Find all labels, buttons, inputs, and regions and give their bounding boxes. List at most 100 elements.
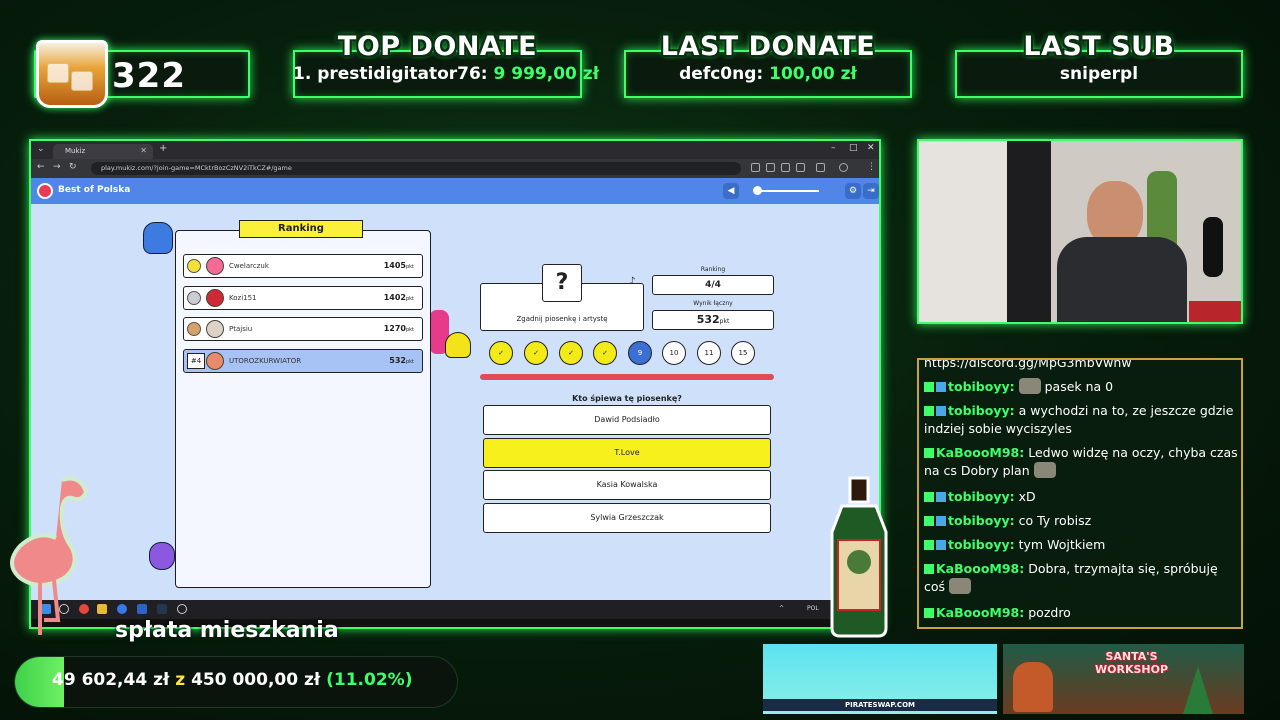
badge-icon bbox=[936, 406, 946, 416]
last-donate-value: defc0ng: 100,00 zł bbox=[624, 64, 912, 84]
chat-message: KaBoooM98: pozdro bbox=[924, 604, 1240, 622]
last-donate-name: defc0ng: bbox=[679, 64, 764, 84]
microphone-icon bbox=[1203, 217, 1223, 277]
back-icon[interactable]: ← bbox=[37, 162, 45, 172]
tab-menu-icon[interactable]: ⌄ bbox=[37, 144, 45, 154]
minimize-icon[interactable]: – bbox=[831, 143, 836, 153]
mail-icon[interactable] bbox=[137, 604, 147, 614]
maximize-icon[interactable]: □ bbox=[849, 143, 858, 153]
emote-icon bbox=[949, 578, 972, 594]
bronze-medal-icon bbox=[187, 322, 201, 336]
ranking-row: Cwelarczuk 1405pkt bbox=[183, 254, 423, 278]
player-score: 1405pkt bbox=[383, 261, 414, 270]
ice-cube bbox=[71, 71, 93, 91]
top-donate-title: TOP DONATE bbox=[337, 31, 538, 62]
ranking-panel bbox=[175, 230, 431, 588]
question-text: Kto śpiewa tę piosenkę? bbox=[572, 394, 682, 403]
chat-message: KaBoooM98: Dobra, trzymajta się, spróbuj… bbox=[924, 561, 1218, 594]
cast-icon[interactable] bbox=[766, 163, 775, 172]
extensions-icon[interactable] bbox=[816, 163, 825, 172]
liquor-bottle-icon bbox=[824, 476, 894, 640]
answer-option[interactable]: Dawid Podsiadło bbox=[483, 405, 771, 435]
tab-close-icon[interactable]: ✕ bbox=[140, 146, 147, 155]
cam-desk bbox=[1189, 301, 1241, 322]
eye-off-icon[interactable] bbox=[781, 163, 790, 172]
goal-target: 450 000,00 zł bbox=[191, 670, 321, 690]
badge-icon bbox=[936, 516, 946, 526]
last-donate-amount: 100,00 zł bbox=[769, 64, 857, 84]
player-name: Cwelarczuk bbox=[229, 262, 269, 270]
settings-gear-icon[interactable]: ⚙ bbox=[845, 183, 861, 199]
chat-message: tobiboyy: a wychodzi na to, ze jeszcze g… bbox=[924, 403, 1234, 436]
whiskey-glass-icon bbox=[36, 40, 108, 108]
goal-separator: z bbox=[175, 670, 186, 690]
cam-wall bbox=[919, 141, 1009, 322]
settings-icon[interactable] bbox=[177, 604, 187, 614]
window-close-icon[interactable]: ✕ bbox=[867, 143, 875, 153]
badge-icon bbox=[936, 492, 946, 502]
answer-option[interactable]: Kasia Kowalska bbox=[483, 470, 771, 500]
ice-cube bbox=[47, 63, 69, 83]
trophy-icon bbox=[445, 332, 471, 358]
cam-door bbox=[1007, 141, 1051, 322]
tab-title: Mukiz bbox=[65, 147, 86, 155]
translate-icon[interactable] bbox=[751, 163, 760, 172]
exit-icon[interactable]: ⇥ bbox=[863, 183, 879, 199]
reload-icon[interactable]: ↻ bbox=[69, 162, 77, 172]
gold-medal-icon bbox=[187, 259, 201, 273]
forward-icon[interactable]: → bbox=[53, 162, 61, 172]
round-indicator: ✓ bbox=[524, 341, 548, 365]
steam-icon[interactable] bbox=[157, 604, 167, 614]
chat-message: tobiboyy: co Ty robisz bbox=[924, 512, 1240, 530]
answer-option[interactable]: Sylwia Grzeszczak bbox=[483, 503, 771, 533]
url-field[interactable]: play.mukiz.com/?join-game=MCktrBozCzNV2i… bbox=[91, 162, 741, 175]
top-donate-value: 1. prestidigitator76: 9 999,00 zł bbox=[293, 64, 599, 84]
answer-option-selected[interactable]: T.Love bbox=[483, 438, 771, 468]
ranking-label: Ranking bbox=[700, 266, 726, 273]
sponsor-character bbox=[1013, 662, 1053, 712]
round-indicator: 11 bbox=[697, 341, 721, 365]
chat-message: tobiboyy: tym Wojtkiem bbox=[924, 536, 1240, 554]
ranking-row-current-player: #4 UTOROZKURWIATOR 532pkt bbox=[183, 349, 423, 373]
game-screen: ⌄ Mukiz ✕ + – □ ✕ ← → ↻ play.mukiz.com/?… bbox=[29, 139, 881, 629]
emote-icon bbox=[1018, 378, 1041, 394]
goal-label: spłata mieszkania bbox=[115, 618, 339, 643]
sponsor-banner-santas-workshop[interactable]: SANTA'S WORKSHOP bbox=[1003, 644, 1244, 714]
badge-icon bbox=[924, 564, 934, 574]
total-score-value: 532 bbox=[696, 313, 720, 326]
badge-icon bbox=[924, 540, 934, 550]
badge-icon bbox=[924, 448, 934, 458]
goal-current: 49 602,44 zł bbox=[52, 670, 170, 690]
sponsor-title: SANTA'S WORKSHOP bbox=[1095, 650, 1169, 676]
volume-slider[interactable] bbox=[757, 190, 819, 192]
browser-menu-icon[interactable]: ⋮ bbox=[867, 162, 876, 172]
avatar bbox=[206, 320, 224, 338]
speaker-icon[interactable]: ◀ bbox=[723, 183, 739, 199]
total-score-label: Wynik łączny bbox=[693, 300, 733, 307]
mascot-blue-icon bbox=[143, 222, 173, 254]
webcam-feed bbox=[917, 139, 1243, 324]
language-indicator[interactable]: POL bbox=[807, 605, 819, 612]
round-indicator: ✓ bbox=[489, 341, 513, 365]
chat-panel: https://discord.gg/MpG3mbVwnw tobiboyy: … bbox=[917, 358, 1243, 629]
windows-taskbar: ^ POL bbox=[31, 600, 879, 619]
last-sub-name: sniperpl bbox=[1059, 64, 1139, 84]
app-logo-icon bbox=[37, 183, 53, 199]
ranking-row: Ptajsiu 1270pkt bbox=[183, 317, 423, 341]
silver-medal-icon bbox=[187, 291, 201, 305]
chat-message: tobiboyy: xD bbox=[924, 488, 1240, 506]
tray-up-icon[interactable]: ^ bbox=[779, 605, 784, 612]
profile-icon[interactable] bbox=[839, 163, 848, 172]
browser-tab[interactable]: Mukiz ✕ bbox=[53, 144, 153, 159]
star-icon[interactable] bbox=[796, 163, 805, 172]
badge-icon bbox=[936, 382, 946, 392]
counter-value: 322 bbox=[112, 56, 186, 96]
sponsor-banner[interactable]: PIRATESWAP.COM bbox=[763, 644, 997, 714]
app-icon[interactable] bbox=[117, 604, 127, 614]
total-score-unit: pkt bbox=[719, 318, 730, 325]
player-name: Kozi151 bbox=[229, 294, 257, 302]
new-tab-icon[interactable]: + bbox=[159, 143, 167, 154]
timer-bar bbox=[480, 374, 774, 380]
round-indicator: 10 bbox=[662, 341, 686, 365]
volume-slider-knob[interactable] bbox=[753, 186, 762, 195]
